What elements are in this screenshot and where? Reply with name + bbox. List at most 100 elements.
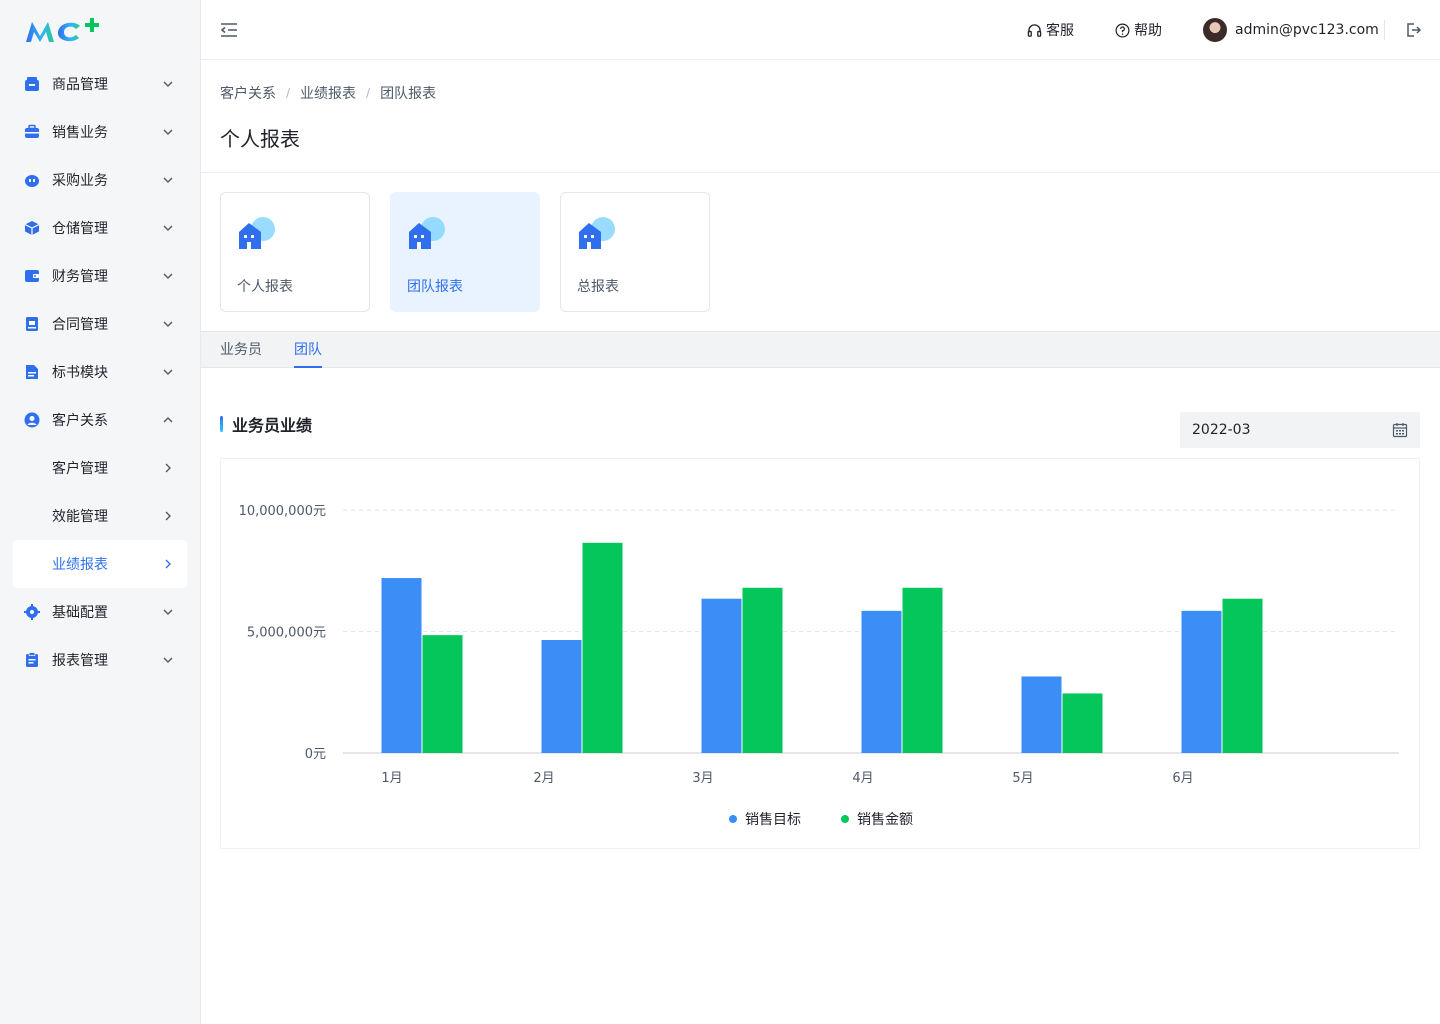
top-header: 客服 帮助 admin@pvc123.com	[201, 0, 1440, 60]
help-label: 帮助	[1134, 23, 1162, 39]
sidebar-item-label: 采购业务	[52, 173, 108, 189]
customer-service-label: 客服	[1046, 23, 1074, 39]
performance-chart: 0元 5,000,000元 10,000,000元 1月 2月 3月 4月 5月 6月 销售目标…	[220, 458, 1420, 849]
sidebar-nav: 商品管理 销售业务 采购业务 仓储管理 财务管理 合同管理 标书模块 客户关系 …	[0, 60, 200, 684]
chevron-down-icon	[163, 273, 173, 279]
legend-item-amount[interactable]: 销售金额	[841, 809, 913, 829]
chevron-down-icon	[163, 225, 173, 231]
legend-label: 销售目标	[745, 812, 801, 828]
breadcrumb-item-current: 团队报表	[380, 86, 437, 102]
chevron-up-icon	[163, 417, 173, 423]
y-tick-label: 5,000,000元	[247, 626, 326, 641]
sidebar-item-contract[interactable]: 合同管理	[0, 300, 200, 348]
app-logo[interactable]	[24, 16, 104, 44]
box-icon	[24, 76, 40, 92]
sidebar-item-sales[interactable]: 销售业务	[0, 108, 200, 156]
report-type-cards: 个人报表 团队报表 总报表	[220, 192, 710, 312]
sidebar-item-crm[interactable]: 客户关系	[0, 396, 200, 444]
legend-marker	[841, 815, 849, 823]
gear-icon	[24, 604, 40, 620]
sidebar-item-label: 客户管理	[52, 461, 108, 477]
sidebar-item-label: 财务管理	[52, 269, 108, 285]
briefcase-icon	[24, 124, 40, 140]
user-circle-icon	[24, 412, 40, 428]
breadcrumb-item[interactable]: 业绩报表	[300, 83, 356, 103]
x-tick-label: 6月	[1172, 771, 1193, 786]
breadcrumb-separator: /	[286, 86, 291, 100]
sidebar-item-purchase[interactable]: 采购业务	[0, 156, 200, 204]
sidebar-item-basic-config[interactable]: 基础配置	[0, 588, 200, 636]
page-title: 个人报表	[220, 127, 300, 151]
clipboard-icon	[24, 652, 40, 668]
sidebar-item-performance-report[interactable]: 业绩报表	[13, 540, 187, 588]
tab-salesperson[interactable]: 业务员	[220, 332, 262, 368]
sidebar-item-label: 标书模块	[52, 365, 108, 381]
x-tick-label: 5月	[1012, 771, 1033, 786]
legend-label: 销售金额	[857, 812, 913, 828]
sidebar-item-report-management[interactable]: 报表管理	[0, 636, 200, 684]
contract-icon	[24, 316, 40, 332]
building-icon	[409, 217, 445, 249]
help-circle-icon	[1115, 23, 1130, 37]
breadcrumb-item[interactable]: 客户关系	[220, 83, 276, 103]
building-icon	[579, 217, 615, 249]
bar-chart: 0元 5,000,000元 10,000,000元 1月 2月 3月 4月 5月 6月	[239, 504, 1399, 786]
bar-amount	[902, 587, 943, 753]
report-card-team[interactable]: 团队报表	[390, 192, 540, 312]
sidebar-item-efficiency[interactable]: 效能管理	[0, 492, 200, 540]
sidebar-item-products[interactable]: 商品管理	[0, 60, 200, 108]
customer-service-link[interactable]: 客服	[1027, 20, 1074, 40]
chevron-down-icon	[163, 321, 173, 327]
bar-target	[381, 578, 422, 753]
calendar-icon	[1392, 423, 1408, 438]
x-tick-label: 2月	[533, 771, 554, 786]
y-tick-label: 10,000,000元	[239, 504, 326, 519]
page-header: 客户关系 / 业绩报表 / 团队报表 个人报表	[201, 61, 1440, 173]
sidebar-item-finance[interactable]: 财务管理	[0, 252, 200, 300]
sidebar-item-label: 销售业务	[52, 125, 108, 141]
sidebar: 商品管理 销售业务 采购业务 仓储管理 财务管理 合同管理 标书模块 客户关系 …	[0, 0, 201, 1024]
report-card-total[interactable]: 总报表	[560, 192, 710, 312]
sidebar-item-label: 业绩报表	[52, 557, 108, 573]
legend-marker	[729, 815, 737, 823]
x-tick-label: 4月	[852, 771, 873, 786]
report-card-label: 总报表	[577, 279, 619, 295]
x-tick-label: 1月	[381, 771, 402, 786]
y-tick-label: 0元	[305, 747, 326, 762]
report-card-label: 个人报表	[237, 279, 293, 295]
menu-fold-icon[interactable]	[219, 20, 239, 40]
sidebar-item-label: 合同管理	[52, 317, 108, 333]
bar-amount	[422, 635, 463, 753]
bar-target	[1181, 610, 1222, 753]
breadcrumb-separator: /	[366, 86, 371, 100]
bar-amount	[742, 587, 783, 753]
logout-icon[interactable]	[1404, 21, 1422, 39]
section-title-text: 业务员业绩	[232, 416, 313, 435]
wallet-icon	[24, 268, 40, 284]
legend-item-target[interactable]: 销售目标	[729, 809, 801, 829]
chevron-right-icon	[165, 559, 171, 569]
sidebar-item-label: 基础配置	[52, 605, 108, 621]
cart-icon	[24, 172, 40, 188]
sidebar-item-label: 客户关系	[52, 413, 108, 429]
user-email: admin@pvc123.com	[1235, 22, 1379, 38]
bar-amount	[1222, 598, 1263, 753]
month-picker-value: 2022-03	[1192, 422, 1251, 438]
user-menu[interactable]: admin@pvc123.com	[1203, 18, 1379, 42]
help-link[interactable]: 帮助	[1115, 20, 1162, 40]
sidebar-item-warehouse[interactable]: 仓储管理	[0, 204, 200, 252]
headset-icon	[1027, 23, 1042, 37]
bar-target	[701, 598, 742, 753]
month-picker[interactable]: 2022-03	[1180, 412, 1420, 448]
building-icon	[239, 217, 275, 249]
bar-target	[861, 610, 902, 753]
chevron-right-icon	[165, 511, 171, 521]
sidebar-item-customer-management[interactable]: 客户管理	[0, 444, 200, 492]
tab-team[interactable]: 团队	[294, 332, 322, 368]
bar-target	[1021, 676, 1062, 753]
chevron-down-icon	[163, 81, 173, 87]
x-tick-label: 3月	[692, 771, 713, 786]
report-card-personal[interactable]: 个人报表	[220, 192, 370, 312]
section-title-marker	[220, 416, 223, 432]
sidebar-item-tender[interactable]: 标书模块	[0, 348, 200, 396]
